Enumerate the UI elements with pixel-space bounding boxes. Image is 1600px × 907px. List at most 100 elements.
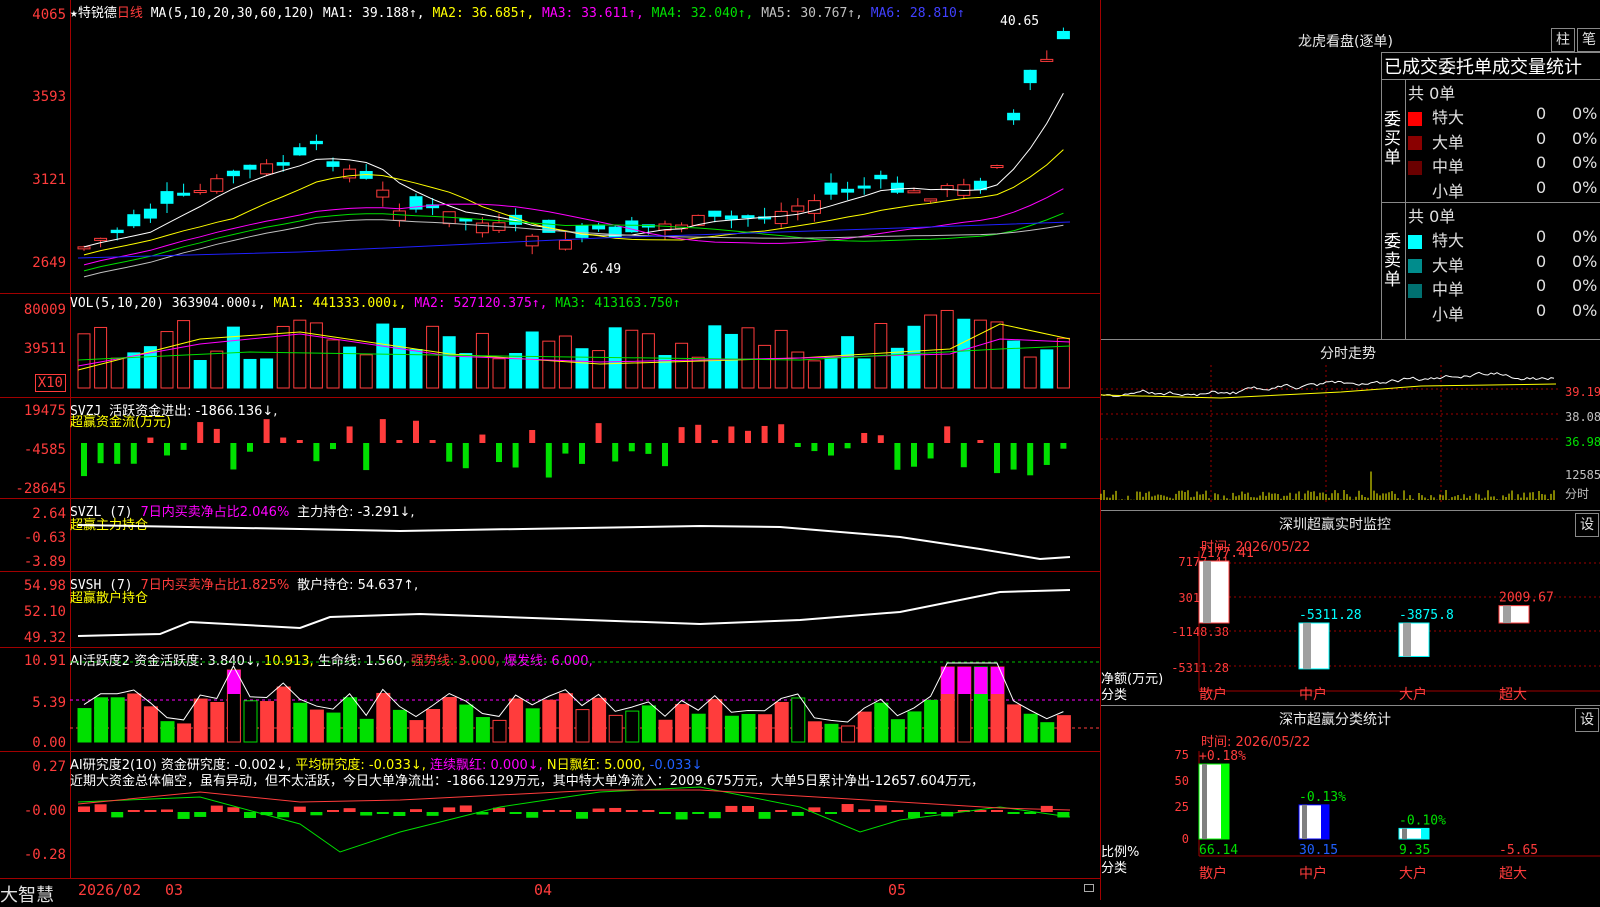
svzj-chart[interactable] [0,398,1100,498]
research-bar [210,805,223,812]
volume-panel[interactable]: 80009 39511 X10 VOL(5,10,20) 363904.000↓… [0,294,1100,398]
volume-bar [957,318,971,389]
order-pct: 0% [1572,128,1598,148]
candle-body [260,163,274,175]
sz-class-chart[interactable]: +0.18% 66.14 散户 -0.13% 30.15 中户 -0.10% 9.35 大户 -5… [1101,706,1600,901]
order-pct: 0% [1572,177,1598,197]
candle-body [907,190,921,194]
buy-row: 大单 0 0% [1408,129,1600,153]
tick-mode-button[interactable]: 笔 [1577,28,1600,52]
ai-active-panel[interactable]: 10.91 5.39 0.00 AI活跃度2 资金活跃度: 3.840↓, 10… [0,648,1100,752]
volume-bar [990,321,1004,389]
volume-bar [177,320,191,389]
avg-research-line [77,786,1071,853]
volume-bar [675,342,689,389]
research-bar [526,812,539,818]
volume-bar [625,329,639,389]
research-bar [791,812,804,816]
activity-bar [625,710,640,743]
candle-body [243,164,257,170]
research-bar [410,809,422,812]
order-class: 特大 [1432,231,1465,250]
activity-bar [525,708,540,743]
flow-bar [628,443,635,452]
research-bar [277,812,290,818]
activity-bar [293,702,308,743]
intraday-panel[interactable]: 分时走势 39.19 38.08 36.98 12585 分时 [1100,339,1600,510]
candlestick-chart[interactable] [0,0,1100,293]
order-pct: 0% [1572,276,1598,295]
x-tick: 03 [165,881,184,899]
flow-bar [1060,443,1067,449]
volume-bar [459,353,473,389]
activity-bar [193,698,208,743]
dragon-title: 龙虎看盘(逐单) [1298,34,1393,50]
research-bar [775,810,788,812]
svzl-chart[interactable] [0,499,1100,571]
candle-body [890,182,904,193]
flow-bar [496,443,502,463]
volume-chart[interactable] [0,294,1100,397]
sz-class-panel[interactable]: 深市超赢分类统计 设 时间: 2026/05/22 75 50 25 0 比例%… [1101,705,1600,901]
svzj-panel[interactable]: 19475 -4585 -28645 SVZJ 活跃资金进出: -1866.13… [0,398,1100,499]
activity-bar [890,719,905,743]
sz-monitor-chart[interactable]: 7177.41 散户 -5311.28 中户 -3875.8 大户 2009.67 超大 [1101,511,1600,705]
activity-bar [509,698,524,743]
volume-bar [973,319,987,389]
activity-bar [741,713,756,743]
activity-bar [77,708,92,743]
flow-bar [828,443,834,456]
activity-bar [774,701,789,743]
ai-active-chart[interactable] [0,648,1100,751]
order-pct: 0% [1572,300,1598,320]
candle-body [592,224,606,230]
research-line [77,789,1071,811]
activity-bar [177,723,192,743]
lock-icon[interactable] [1084,884,1094,892]
research-bar [874,805,887,812]
flow-bar [379,419,386,443]
candle-body [575,225,589,238]
ai-research-chart[interactable] [0,752,1100,878]
research-bar [858,809,871,812]
brand-logo[interactable]: 大智慧 [0,881,54,907]
activity-bar [160,721,175,743]
kline-panel[interactable]: 4065 3593 3121 2649 ★特锐德日线 MA(5,10,20,30… [0,0,1100,294]
color-swatch [1408,283,1422,298]
intraday-chart[interactable] [1100,340,1600,510]
order-class: 特大 [1432,108,1465,127]
volume-bar [326,339,340,389]
volume-bar [160,331,174,389]
candle-body [210,178,224,192]
volume-bar [293,319,307,389]
sz-monitor-panel[interactable]: 深圳超赢实时监控 设 时间: 2026/05/22 7177.41 3014.5… [1101,510,1600,705]
flow-bar [413,420,419,443]
flow-bar [81,443,87,477]
volume-bar [924,314,938,389]
candle-body [143,208,157,219]
bar-mode-button[interactable]: 柱 [1551,28,1575,52]
volume-bar [193,360,207,389]
activity-bar [724,715,739,743]
research-bar [177,812,190,819]
svsh-panel[interactable]: 54.98 52.10 49.32 SVSH (7) 7日内买卖净占比1.825… [0,572,1100,648]
volume-bar [426,325,440,389]
activity-bar [1040,722,1055,743]
flow-bar [462,443,469,469]
avg-price-line [1100,383,1557,399]
activity-bar [691,713,706,743]
flow-bar [479,434,486,443]
candle-body [824,182,838,195]
candle-body [1040,58,1054,62]
svsh-chart[interactable] [0,572,1100,647]
ai-research-panel[interactable]: 0.27 -0.00 -0.28 AI研究度2(10) 资金研究度: -0.00… [0,752,1100,878]
value-label: 2009.67 [1499,591,1554,606]
flow-bar [579,443,585,464]
candle-body [990,165,1004,169]
svzl-panel[interactable]: 2.64 -0.63 -3.89 SVZL (7) 7日内买卖净占比2.046%… [0,499,1100,572]
buy-total: 共 0单 [1408,84,1456,103]
activity-bar [309,709,324,743]
research-bar [426,812,439,816]
category-label: 大户 [1399,865,1427,882]
order-count: 0 [1536,300,1547,320]
